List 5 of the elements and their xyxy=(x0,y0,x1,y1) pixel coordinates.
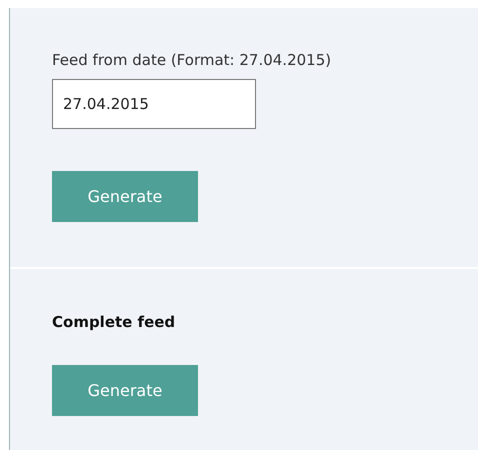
field-label: Feed from date (Format: 27.04.2015) xyxy=(52,51,332,69)
generate-button[interactable]: Generate xyxy=(52,171,198,222)
date-field[interactable]: 27.04.2015 xyxy=(52,79,256,129)
section-heading: Complete feed xyxy=(52,313,176,331)
generate-button[interactable]: Generate xyxy=(52,365,198,416)
